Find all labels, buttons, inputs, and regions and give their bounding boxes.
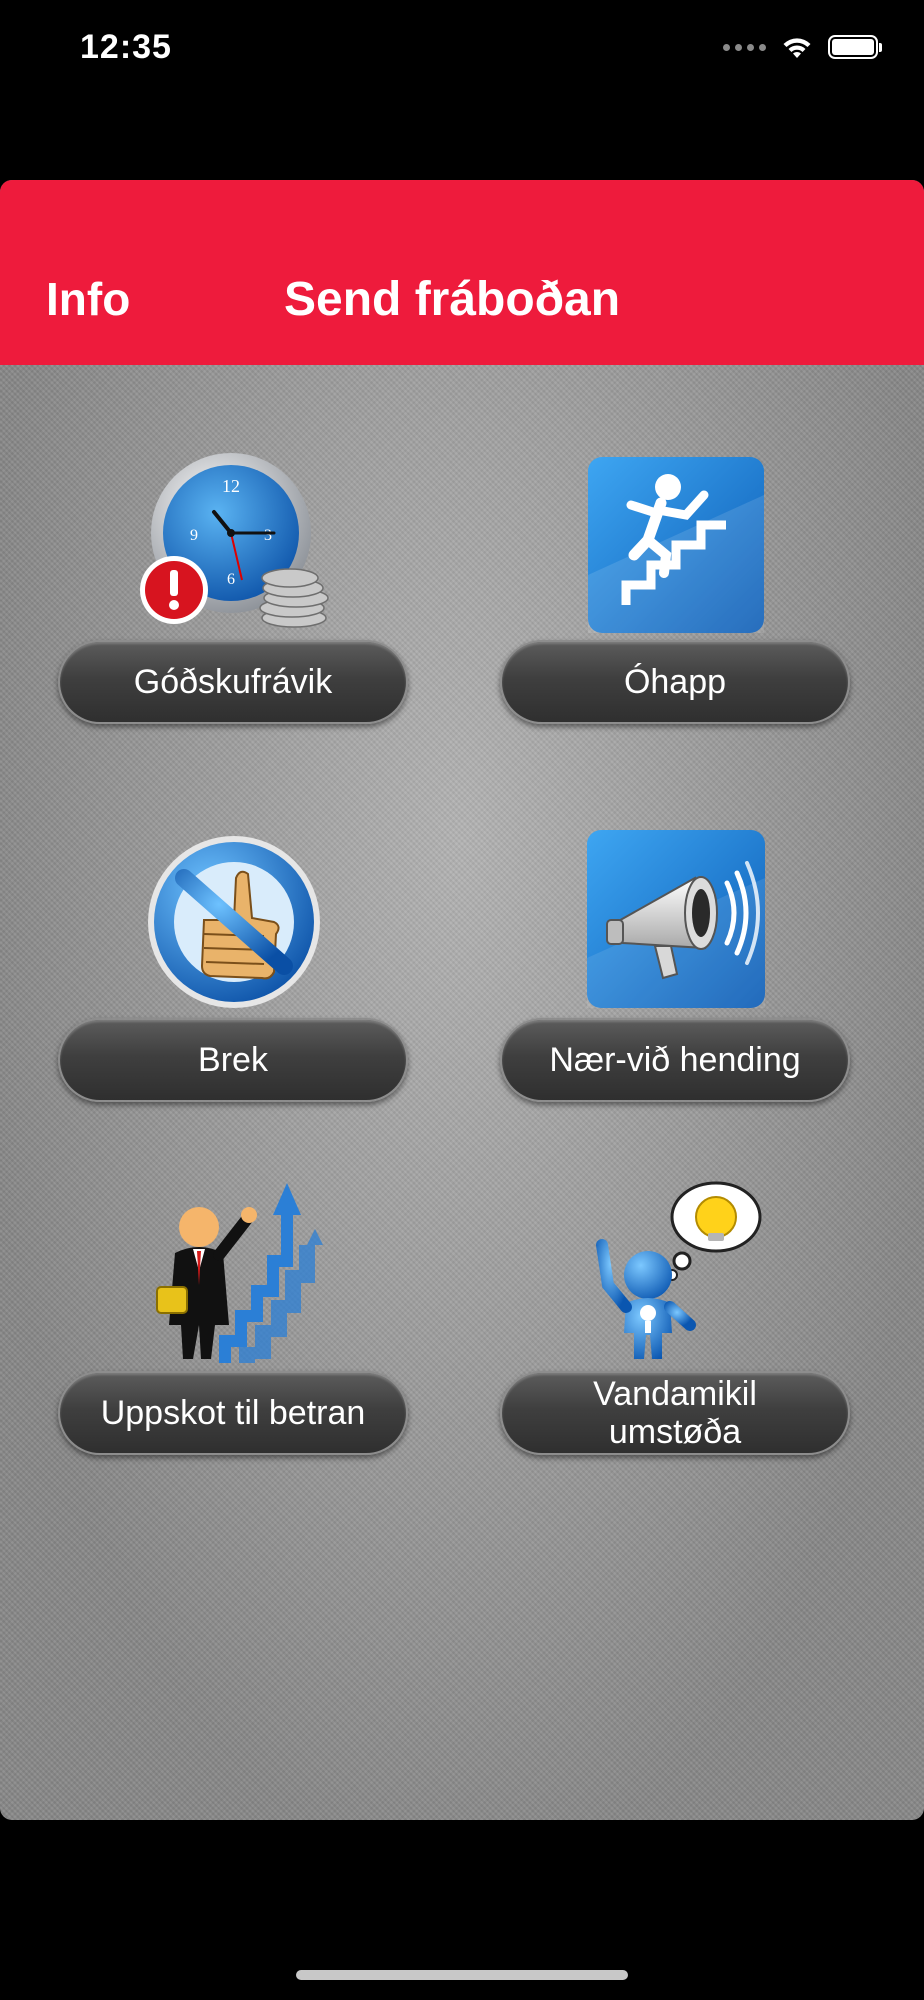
near-miss-button[interactable]: Nær-við hending — [500, 1018, 850, 1102]
accident-button[interactable]: Óhapp — [500, 640, 850, 724]
quality-deviation-button[interactable]: Góðskufrávik — [58, 640, 408, 724]
navigation-bar: Info Send fráboðan — [0, 180, 924, 365]
improvement-suggestion-button[interactable]: Uppskot til betran — [58, 1371, 408, 1455]
info-button[interactable]: Info — [46, 272, 130, 326]
app-window: Info Send fráboðan 12 3 9 6 Góðskufrávik… — [0, 180, 924, 1820]
wifi-icon — [783, 38, 811, 58]
battery-icon — [828, 35, 882, 59]
svg-text:9: 9 — [190, 527, 198, 544]
status-icons — [723, 34, 882, 60]
tile-improvement-suggestion[interactable]: Uppskot til betran — [58, 1175, 410, 1635]
svg-text:6: 6 — [227, 571, 235, 588]
rising-steps-arrows — [219, 1183, 329, 1363]
thinking-figure-lightbulb-icon — [596, 1181, 762, 1359]
svg-text:12: 12 — [222, 476, 240, 496]
megaphone-icon — [587, 830, 765, 1008]
clock-coins-warning-icon: 12 3 9 6 — [140, 453, 329, 628]
phone-screen: 12:35 Info Send fráboðan 12 3 9 6 Góðsku… — [0, 0, 924, 2000]
status-time: 12:35 — [80, 28, 172, 66]
svg-text:3: 3 — [264, 527, 272, 544]
no-thumbs-up-icon — [148, 836, 320, 1008]
cellular-signal-icon — [723, 43, 766, 51]
page-title: Send fráboðan — [284, 273, 621, 326]
businessman-arrows-icon — [156, 1183, 329, 1363]
home-indicator[interactable] — [296, 1970, 628, 1980]
difficult-situation-button[interactable]: Vandamikil umstøða — [500, 1371, 850, 1455]
tile-difficult-situation[interactable]: Vandamikil umstøða — [500, 1175, 852, 1635]
falling-person-stairs-icon — [588, 457, 764, 633]
error-button[interactable]: Brek — [58, 1018, 408, 1102]
coins-stack — [259, 568, 329, 628]
status-bar: 12:35 — [0, 0, 924, 100]
